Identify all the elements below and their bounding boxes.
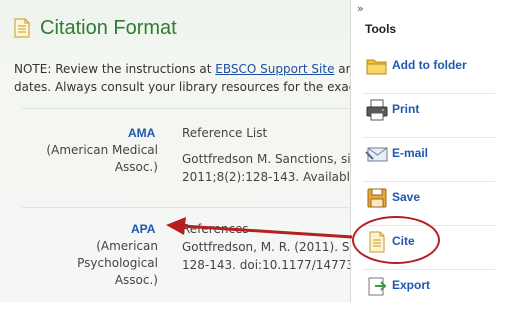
tools-title: Tools xyxy=(365,22,397,36)
folder-icon xyxy=(365,54,389,78)
citation-heading: Reference List xyxy=(182,126,268,140)
format-name-apa[interactable]: APA xyxy=(131,222,155,236)
tool-label: Export xyxy=(392,278,431,292)
export-button[interactable]: Export xyxy=(351,270,506,314)
citation-line2: 128-143. doi:10.1177/147737 xyxy=(182,258,362,272)
note-prefix: NOTE: Review the instructions at xyxy=(14,62,216,76)
print-button[interactable]: Print xyxy=(351,94,506,138)
printer-icon xyxy=(365,98,389,122)
add-to-folder-button[interactable]: Add to folder xyxy=(351,50,506,94)
tool-label: Add to folder xyxy=(392,58,467,72)
collapse-panel-button[interactable]: » xyxy=(357,2,364,15)
divider xyxy=(22,108,352,109)
page-title: Citation Format xyxy=(40,16,177,39)
note-text: NOTE: Review the instructions at EBSCO S… xyxy=(14,60,380,96)
citation-heading: References xyxy=(182,222,249,236)
format-sub1: (American Medical xyxy=(46,143,158,157)
save-icon xyxy=(365,186,389,210)
tool-label: Save xyxy=(392,190,421,204)
email-button[interactable]: E-mail xyxy=(351,138,506,182)
tool-label: Print xyxy=(392,102,420,116)
citation-line1: Gottfredson M. Sanctions, situa xyxy=(182,152,371,166)
note-line2: dates. Always consult your library resou… xyxy=(14,80,381,94)
format-description-apa: (American Psychological Assoc.) xyxy=(20,238,158,289)
format-sub2: Assoc.) xyxy=(114,160,158,174)
page-header: Citation Format xyxy=(14,14,177,42)
citation-ama: Reference List Gottfredson M. Sanctions,… xyxy=(182,124,370,186)
format-description-ama: (American Medical Assoc.) xyxy=(40,142,158,176)
cite-highlight-ellipse xyxy=(352,216,440,264)
divider xyxy=(22,207,352,208)
citation-line1: Gottfredson, M. R. (2011). Sar xyxy=(182,240,362,254)
format-sub1: (American Psychological xyxy=(77,239,158,270)
format-name-ama[interactable]: AMA xyxy=(128,126,155,140)
email-icon xyxy=(365,142,389,166)
document-icon xyxy=(14,18,30,38)
export-icon xyxy=(365,274,389,298)
format-sub2: Assoc.) xyxy=(114,273,158,287)
citation-format-panel: Citation Format NOTE: Review the instruc… xyxy=(0,0,380,302)
citation-apa: References Gottfredson, M. R. (2011). Sa… xyxy=(182,220,362,274)
tool-label: E-mail xyxy=(392,146,429,160)
ebsco-support-link[interactable]: EBSCO Support Site xyxy=(215,62,334,76)
citation-line2: 2011;8(2):128-143. Available f xyxy=(182,170,366,184)
